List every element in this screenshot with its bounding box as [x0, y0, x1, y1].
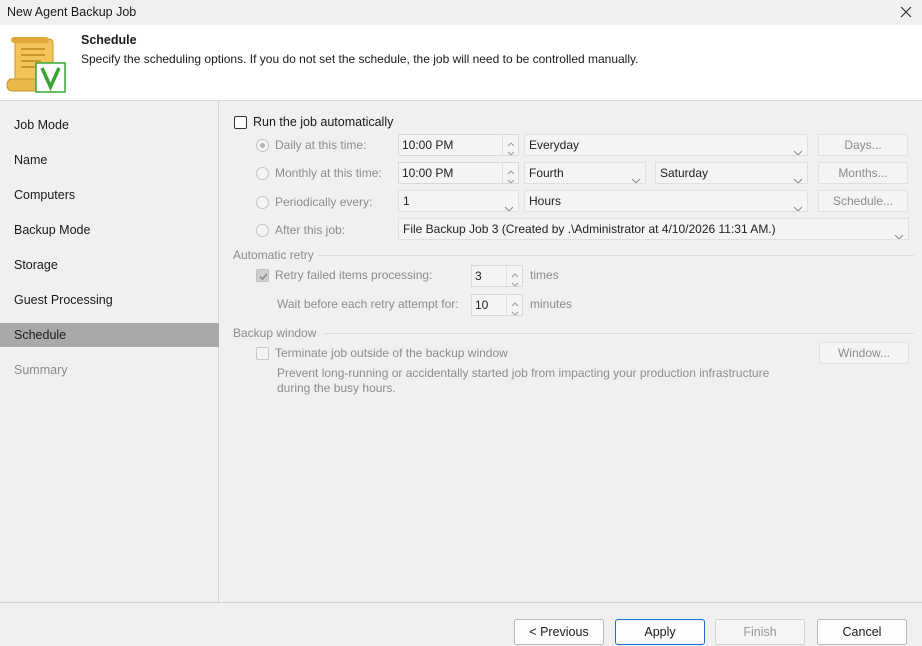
periodically-value: 1 [403, 194, 410, 208]
run-automatically-checkbox[interactable] [234, 116, 247, 129]
terminate-job-label: Terminate job outside of the backup wind… [275, 346, 508, 360]
page-description: Specify the scheduling options. If you d… [81, 52, 639, 66]
spin-up-icon[interactable] [507, 295, 522, 307]
retry-unit-label: times [530, 268, 559, 282]
periodically-radio[interactable] [256, 196, 269, 209]
wait-unit-label: minutes [530, 297, 573, 311]
chevron-down-icon [793, 198, 803, 211]
periodically-unit-value: Hours [529, 194, 562, 208]
spin-down-icon[interactable] [507, 305, 522, 315]
run-automatically-label: Run the job automatically [253, 115, 394, 129]
daily-radio[interactable] [256, 139, 269, 152]
backup-window-group-title: Backup window [233, 326, 317, 340]
wizard-footer: < Previous Apply Finish Cancel [0, 602, 922, 646]
retry-failed-label: Retry failed items processing: [275, 268, 433, 282]
daily-frequency-value: Everyday [529, 138, 580, 152]
spin-down-icon[interactable] [503, 173, 518, 183]
sidebar-item-summary: Summary [14, 363, 68, 377]
sidebar-item-computers[interactable]: Computers [0, 183, 219, 207]
sidebar-item-guest-processing[interactable]: Guest Processing [0, 288, 219, 312]
wait-minutes-input[interactable]: 10 [471, 294, 523, 316]
wait-minutes-value: 10 [475, 298, 489, 312]
monthly-week-select[interactable]: Fourth [524, 162, 646, 184]
spin-up-icon[interactable] [503, 135, 518, 147]
chevron-down-icon [793, 142, 803, 155]
after-job-radio[interactable] [256, 224, 269, 237]
daily-time-value: 10:00 PM [402, 138, 454, 152]
window-button[interactable]: Window... [819, 342, 909, 364]
chevron-down-icon [504, 198, 514, 211]
monthly-week-value: Fourth [529, 166, 564, 180]
daily-frequency-select[interactable]: Everyday [524, 134, 808, 156]
chevron-down-icon [631, 170, 641, 183]
monthly-time-value: 10:00 PM [402, 166, 454, 180]
months-button[interactable]: Months... [818, 162, 908, 184]
group-divider [318, 255, 914, 256]
spin-up-icon[interactable] [503, 163, 518, 175]
schedule-button[interactable]: Schedule... [818, 190, 908, 212]
monthly-day-select[interactable]: Saturday [655, 162, 808, 184]
retry-count-input[interactable]: 3 [471, 265, 523, 287]
monthly-label: Monthly at this time: [275, 166, 382, 180]
schedule-scroll-icon [5, 35, 67, 95]
window-title: New Agent Backup Job [7, 5, 137, 19]
page-title: Schedule [81, 33, 137, 47]
daily-time-input[interactable]: 10:00 PM [398, 134, 519, 156]
retry-count-value: 3 [475, 269, 482, 283]
monthly-time-input[interactable]: 10:00 PM [398, 162, 519, 184]
backup-window-description-2: during the busy hours. [277, 381, 396, 395]
spin-up-icon[interactable] [507, 266, 522, 278]
wizard-header: Schedule Specify the scheduling options.… [0, 25, 922, 101]
sidebar-item-name[interactable]: Name [0, 148, 219, 172]
apply-button[interactable]: Apply [615, 619, 705, 645]
cancel-button[interactable]: Cancel [817, 619, 907, 645]
close-icon[interactable] [896, 2, 916, 22]
backup-window-description-1: Prevent long-running or accidentally sta… [277, 366, 770, 380]
chevron-down-icon [894, 226, 904, 239]
terminate-job-checkbox[interactable] [256, 347, 269, 360]
sidebar-item-job-mode[interactable]: Job Mode [0, 113, 219, 137]
sidebar-item-backup-mode[interactable]: Backup Mode [0, 218, 219, 242]
automatic-retry-group-title: Automatic retry [233, 248, 314, 262]
sidebar-item-schedule[interactable]: Schedule [0, 323, 219, 347]
daily-label: Daily at this time: [275, 138, 367, 152]
monthly-radio[interactable] [256, 167, 269, 180]
days-button[interactable]: Days... [818, 134, 908, 156]
spin-down-icon[interactable] [503, 145, 518, 155]
periodically-value-select[interactable]: 1 [398, 190, 519, 212]
after-job-select[interactable]: File Backup Job 3 (Created by .\Administ… [398, 218, 909, 240]
finish-button: Finish [715, 619, 805, 645]
periodically-label: Periodically every: [275, 195, 373, 209]
spin-down-icon[interactable] [507, 276, 522, 286]
group-divider [323, 333, 914, 334]
chevron-down-icon [793, 170, 803, 183]
monthly-day-value: Saturday [660, 166, 709, 180]
retry-failed-checkbox[interactable] [256, 269, 269, 282]
title-bar: New Agent Backup Job [0, 0, 922, 25]
previous-button[interactable]: < Previous [514, 619, 604, 645]
wait-label: Wait before each retry attempt for: [277, 297, 459, 311]
wizard-steps-sidebar: Job Mode Name Computers Backup Mode Stor… [0, 101, 219, 602]
schedule-panel: Run the job automatically Daily at this … [220, 101, 922, 602]
sidebar-item-storage[interactable]: Storage [0, 253, 219, 277]
after-job-value: File Backup Job 3 (Created by .\Administ… [403, 222, 776, 236]
periodically-unit-select[interactable]: Hours [524, 190, 808, 212]
after-job-label: After this job: [275, 223, 346, 237]
